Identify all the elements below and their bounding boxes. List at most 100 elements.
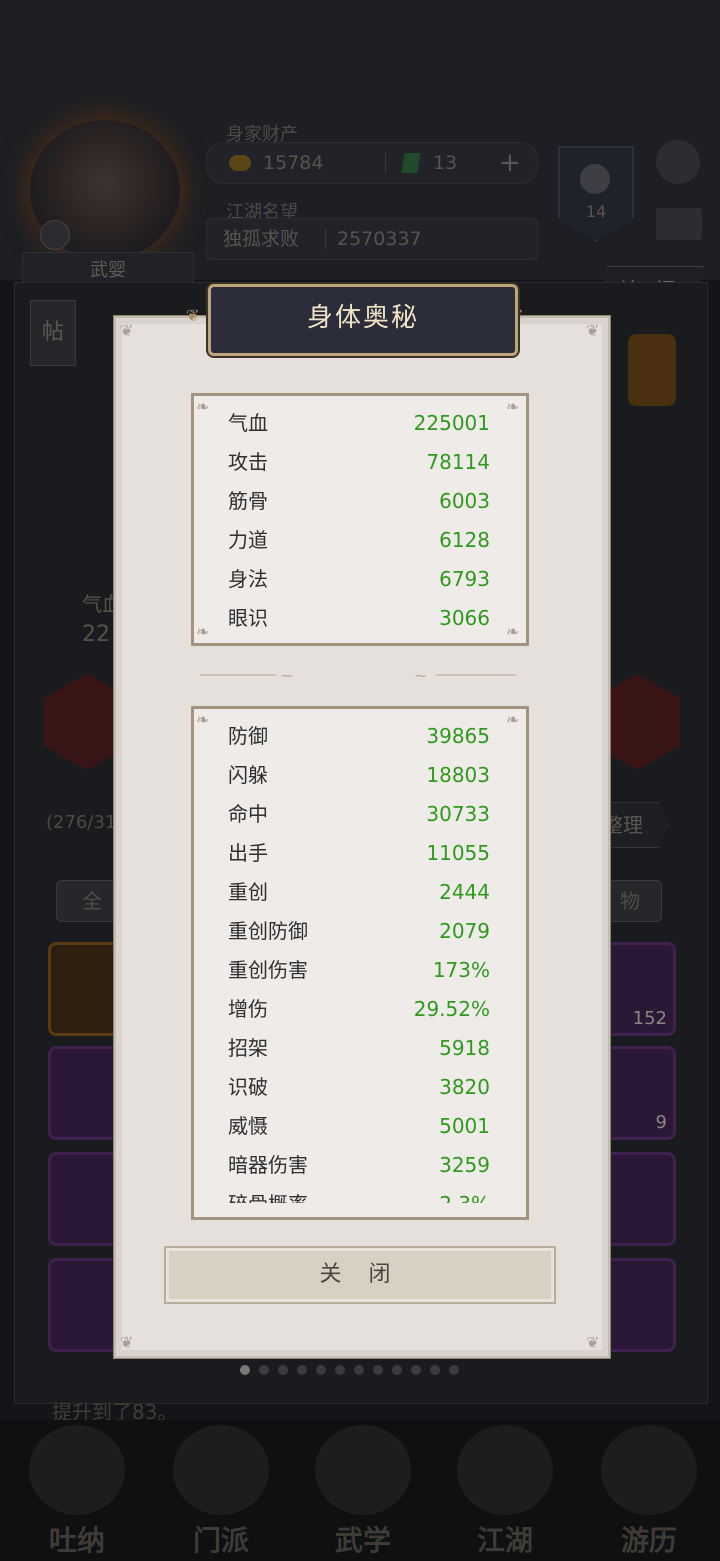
martial-arts-icon (315, 1425, 411, 1515)
stat-label: 增伤 (228, 997, 268, 1021)
jianghu-icon (457, 1425, 553, 1515)
stat-label: 重创 (228, 880, 268, 904)
nav-travel[interactable]: 游历 (584, 1425, 714, 1557)
corner-ornament: ❧ (196, 622, 210, 641)
stat-row: 身法 6793 (228, 560, 490, 599)
fame-value: 2570337 (337, 228, 422, 250)
stat-label: 威慑 (228, 1114, 268, 1138)
page-dot (278, 1365, 288, 1375)
corner-ornament: ❦ (120, 321, 134, 340)
corner-ornament: ❧ (196, 397, 210, 416)
nav-jianghu[interactable]: 江湖 (440, 1425, 570, 1557)
page-dot (240, 1365, 250, 1375)
sect-icon (173, 1425, 269, 1515)
divider-line (436, 674, 516, 676)
primary-stats-box: 气血 225001 攻击 78114 筋骨 6003 力道 6128 身法 6793 眼识… (191, 393, 529, 646)
stat-label: 碎骨概率 (228, 1185, 308, 1203)
stat-row: 重创伤害 173% (228, 951, 490, 990)
stat-row: 筋骨 6003 (228, 482, 490, 521)
stat-row: 增伤 29.52% (228, 990, 490, 1029)
page-dot (259, 1365, 269, 1375)
stat-row: 防御 39865 (228, 717, 490, 756)
fame-bar: 独孤求败 2570337 (206, 218, 538, 260)
mail-icon[interactable] (656, 208, 702, 240)
stat-label: 出手 (228, 841, 268, 865)
stat-row: 暗器伤害 3259 (228, 1146, 490, 1185)
stat-value: 225001 (413, 411, 490, 435)
page-dot (335, 1365, 345, 1375)
gold-icon (229, 155, 251, 171)
gold-amount: 15784 (263, 152, 324, 174)
post-button[interactable]: 帖 (30, 300, 76, 366)
stat-label: 力道 (228, 528, 268, 552)
secondary-stats-box[interactable]: 防御 39865 闪躲 18803 命中 30733 出手 11055 重创 2444 重… (191, 706, 529, 1220)
stat-row: 眼识 3066 (228, 599, 490, 638)
stat-value: 173% (432, 958, 490, 982)
stat-row: 气血 225001 (228, 404, 490, 443)
stat-value: 18803 (426, 763, 490, 787)
swirl-icon: ~ (280, 666, 294, 685)
corner-ornament: ❧ (506, 622, 520, 641)
add-jade-button[interactable]: + (499, 143, 521, 183)
page-dot (354, 1365, 364, 1375)
corner-ornament: ❦ (120, 1333, 134, 1352)
swirl-icon: ~ (414, 666, 428, 685)
corner-ornament: ❧ (506, 710, 520, 729)
nav-label: 武学 (334, 1524, 391, 1557)
stat-row: 命中 30733 (228, 795, 490, 834)
stat-label: 筋骨 (228, 489, 268, 513)
stat-row: 重创 2444 (228, 873, 490, 912)
nav-martial-arts[interactable]: 武学 (298, 1425, 428, 1557)
yin-yang-icon (580, 164, 610, 194)
divider-line (200, 674, 276, 676)
wealth-bar: 15784 13 + (206, 142, 538, 184)
stat-row: 闪躲 18803 (228, 756, 490, 795)
lantern-icon[interactable] (628, 334, 676, 406)
badge-level: 14 (585, 202, 607, 221)
stat-value: 3066 (439, 606, 490, 630)
title-ornament-icon: ❦ (186, 306, 200, 325)
stat-value: 78114 (426, 450, 490, 474)
stat-value: 3820 (439, 1075, 490, 1099)
clipped-row-wrapper: 碎骨概率 2.3% (194, 1185, 526, 1203)
stat-value: 6793 (439, 567, 490, 591)
stat-value: 6128 (439, 528, 490, 552)
stat-row: 碎骨概率 2.3% (228, 1185, 490, 1203)
settings-gear-icon[interactable] (656, 140, 700, 184)
nav-sect[interactable]: 门派 (156, 1425, 286, 1557)
stat-value: 2079 (439, 919, 490, 943)
stat-label: 识破 (228, 1075, 268, 1099)
nav-label: 江湖 (476, 1524, 533, 1557)
page-indicator (240, 1360, 490, 1375)
nav-label: 吐纳 (48, 1524, 105, 1557)
close-button[interactable]: 关 闭 (164, 1246, 556, 1304)
corner-ornament: ❦ (586, 321, 600, 340)
stat-value: 3259 (439, 1153, 490, 1177)
nav-label: 游历 (620, 1524, 677, 1557)
stat-label: 气血 (228, 411, 268, 435)
corner-ornament: ❧ (196, 710, 210, 729)
stat-label: 防御 (228, 724, 268, 748)
stat-label: 重创防御 (228, 919, 308, 943)
divider (325, 229, 326, 249)
corner-ornament: ❧ (506, 397, 520, 416)
fame-title: 独孤求败 (223, 228, 300, 250)
stat-value: 5001 (439, 1114, 490, 1138)
stat-row: 力道 6128 (228, 521, 490, 560)
page-dot (411, 1365, 421, 1375)
stat-value: 30733 (426, 802, 490, 826)
stat-label: 闪躲 (228, 763, 268, 787)
travel-icon (601, 1425, 697, 1515)
page-dot (430, 1365, 440, 1375)
jade-icon (401, 153, 421, 173)
slot-count: 9 (655, 1112, 667, 1133)
stat-label: 攻击 (228, 450, 268, 474)
stat-row: 出手 11055 (228, 834, 490, 873)
stat-label: 眼识 (228, 606, 268, 630)
breathing-icon (29, 1425, 125, 1515)
stat-value: 11055 (426, 841, 490, 865)
bg-stat-value: 22 (82, 622, 110, 647)
nav-breathing[interactable]: 吐纳 (12, 1425, 142, 1557)
stat-row: 威慑 5001 (228, 1107, 490, 1146)
stat-value: 39865 (426, 724, 490, 748)
